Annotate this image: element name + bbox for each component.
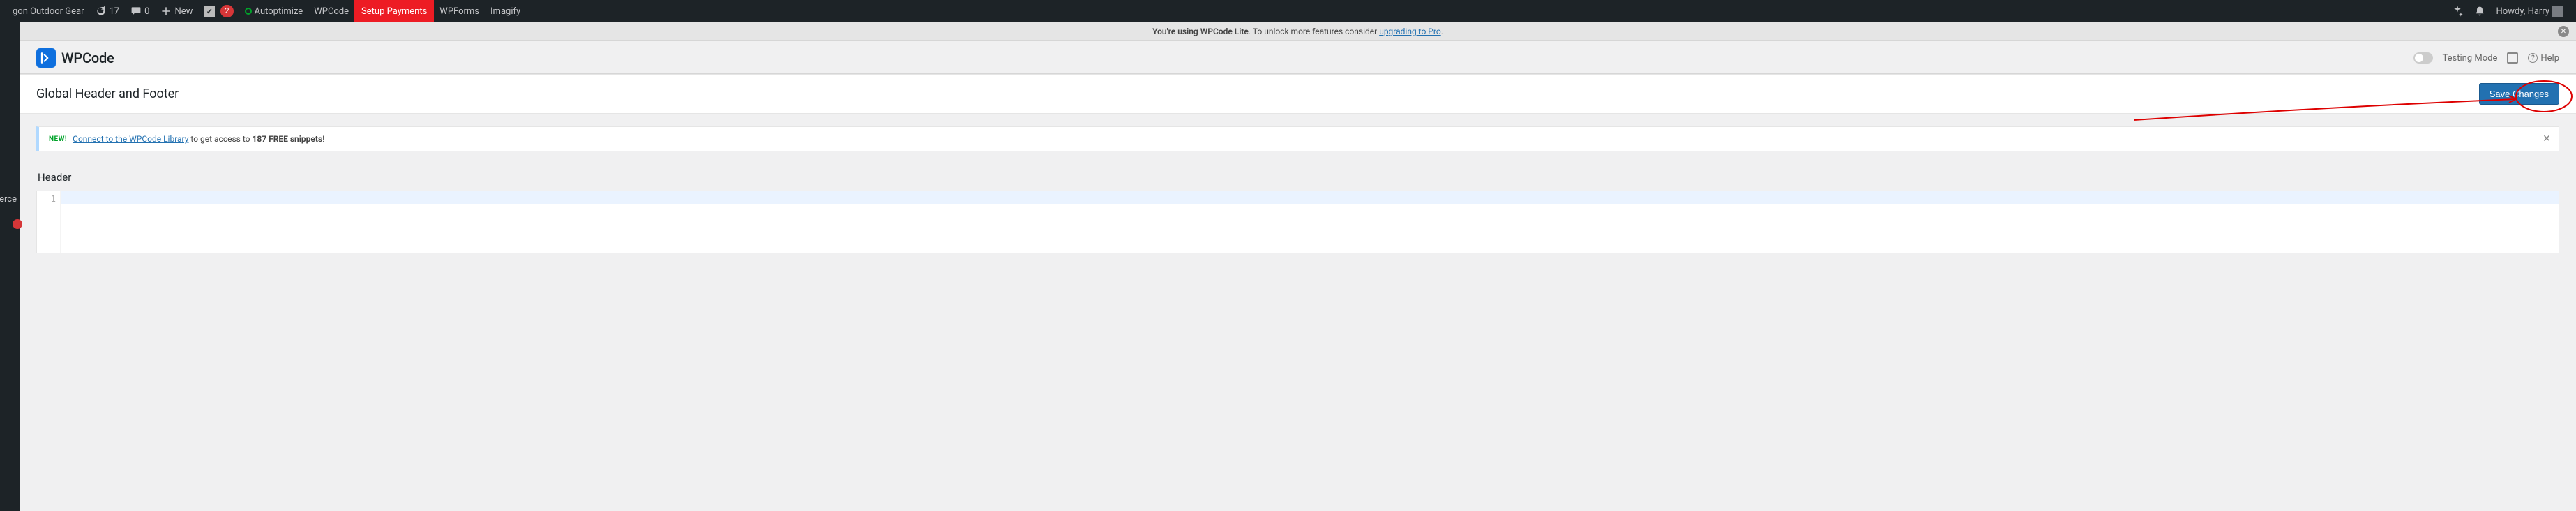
lite-banner-bold: You're using WPCode Lite bbox=[1152, 27, 1249, 36]
line-number: 1 bbox=[37, 194, 56, 204]
sidebar-item-commerce[interactable]: erce bbox=[0, 194, 17, 205]
wp-admin-sidebar: erce bbox=[0, 22, 20, 511]
wpcode-brand: WPCode bbox=[36, 48, 114, 68]
imagify-label: Imagify bbox=[490, 6, 520, 17]
help-link[interactable]: ? Help bbox=[2528, 53, 2559, 64]
adminbar-sparkles[interactable] bbox=[2446, 0, 2469, 22]
close-icon: ✕ bbox=[2543, 133, 2551, 145]
adminbar-site-label: gon Outdoor Gear bbox=[13, 6, 84, 17]
testing-mode-toggle[interactable] bbox=[2413, 52, 2433, 64]
adminbar-updates[interactable]: 17 bbox=[90, 0, 126, 22]
new-label: New bbox=[174, 6, 193, 17]
setup-payments-label: Setup Payments bbox=[361, 6, 427, 17]
wpcode-content: You're using WPCode Lite. To unlock more… bbox=[20, 22, 2576, 511]
lite-upgrade-banner: You're using WPCode Lite. To unlock more… bbox=[20, 22, 2576, 41]
code-line bbox=[61, 191, 2559, 204]
page-title-bar: Global Header and Footer Save Changes bbox=[20, 74, 2576, 114]
adminbar-imagify[interactable]: Imagify bbox=[485, 0, 526, 22]
wpcode-label: WPCode bbox=[314, 6, 349, 17]
wpcode-header: WPCode Testing Mode ? Help bbox=[20, 41, 2576, 74]
wpcode-header-controls: Testing Mode ? Help bbox=[2413, 52, 2559, 64]
dismiss-lite-banner-button[interactable]: ✕ bbox=[2558, 26, 2569, 37]
sparkles-icon bbox=[2452, 6, 2463, 17]
adminbar-wpforms[interactable]: WPForms bbox=[434, 0, 485, 22]
close-icon: ✕ bbox=[2561, 28, 2566, 36]
help-label: Help bbox=[2540, 53, 2559, 64]
bell-icon bbox=[2474, 6, 2485, 17]
testing-mode-label: Testing Mode bbox=[2443, 53, 2498, 64]
wp-admin-bar: gon Outdoor Gear 17 0 New ✓ 2 Autoptim bbox=[0, 0, 2576, 22]
adminbar-wpcode[interactable]: WPCode bbox=[308, 0, 354, 22]
comments-count: 0 bbox=[144, 6, 149, 17]
wpforms-label: WPForms bbox=[439, 6, 479, 17]
admin-body: erce You're using WPCode Lite. To unlock… bbox=[0, 22, 2576, 511]
vz-badge: 2 bbox=[220, 5, 233, 17]
connect-library-link[interactable]: Connect to the WPCode Library bbox=[73, 134, 188, 144]
save-changes-button[interactable]: Save Changes bbox=[2479, 83, 2559, 105]
adminbar-site-name[interactable]: gon Outdoor Gear bbox=[7, 0, 90, 22]
editor-code-area[interactable] bbox=[61, 191, 2559, 253]
connect-notice-text: Connect to the WPCode Library to get acc… bbox=[73, 134, 324, 144]
adminbar-new[interactable]: New bbox=[155, 0, 198, 22]
screen-icon[interactable] bbox=[2507, 52, 2518, 64]
adminbar-left: gon Outdoor Gear 17 0 New ✓ 2 Autoptim bbox=[7, 0, 526, 22]
howdy-label: Howdy, Harry bbox=[2496, 6, 2549, 17]
adminbar-autoptimize[interactable]: Autoptimize bbox=[239, 0, 309, 22]
header-code-editor[interactable]: 1 bbox=[36, 191, 2559, 253]
page-title: Global Header and Footer bbox=[36, 87, 179, 101]
adminbar-howdy[interactable]: Howdy, Harry bbox=[2491, 0, 2569, 22]
adminbar-comments[interactable]: 0 bbox=[125, 0, 155, 22]
circle-icon bbox=[245, 8, 252, 15]
editor-gutter: 1 bbox=[37, 191, 61, 253]
new-tag: NEW! bbox=[49, 135, 67, 143]
plus-icon bbox=[160, 6, 172, 17]
upgrade-to-pro-link[interactable]: upgrading to Pro bbox=[1379, 27, 1440, 36]
refresh-icon bbox=[96, 6, 107, 17]
autoptimize-label: Autoptimize bbox=[255, 6, 303, 17]
connect-library-notice: NEW! Connect to the WPCode Library to ge… bbox=[36, 126, 2559, 151]
adminbar-vz[interactable]: ✓ 2 bbox=[198, 0, 239, 22]
avatar bbox=[2552, 6, 2563, 17]
updates-count: 17 bbox=[110, 6, 120, 17]
header-section-title: Header bbox=[38, 171, 2559, 184]
wpcode-logo-icon bbox=[36, 48, 56, 68]
adminbar-setup-payments[interactable]: Setup Payments bbox=[354, 0, 434, 22]
sidebar-notification-bubble bbox=[13, 219, 22, 229]
toggle-knob-icon bbox=[2415, 54, 2423, 62]
free-snippets-count: 187 FREE snippets bbox=[252, 134, 322, 144]
dismiss-connect-notice-button[interactable]: ✕ bbox=[2542, 134, 2552, 144]
comment-icon bbox=[130, 6, 142, 17]
checkmark-box-icon: ✓ bbox=[204, 6, 215, 17]
wpcode-brand-text: WPCode bbox=[61, 50, 114, 66]
adminbar-notifications[interactable] bbox=[2469, 0, 2491, 22]
help-icon: ? bbox=[2528, 53, 2538, 63]
adminbar-right: Howdy, Harry bbox=[2446, 0, 2569, 22]
page-body: NEW! Connect to the WPCode Library to ge… bbox=[20, 114, 2576, 266]
lite-banner-text: You're using WPCode Lite. To unlock more… bbox=[1152, 27, 1443, 36]
